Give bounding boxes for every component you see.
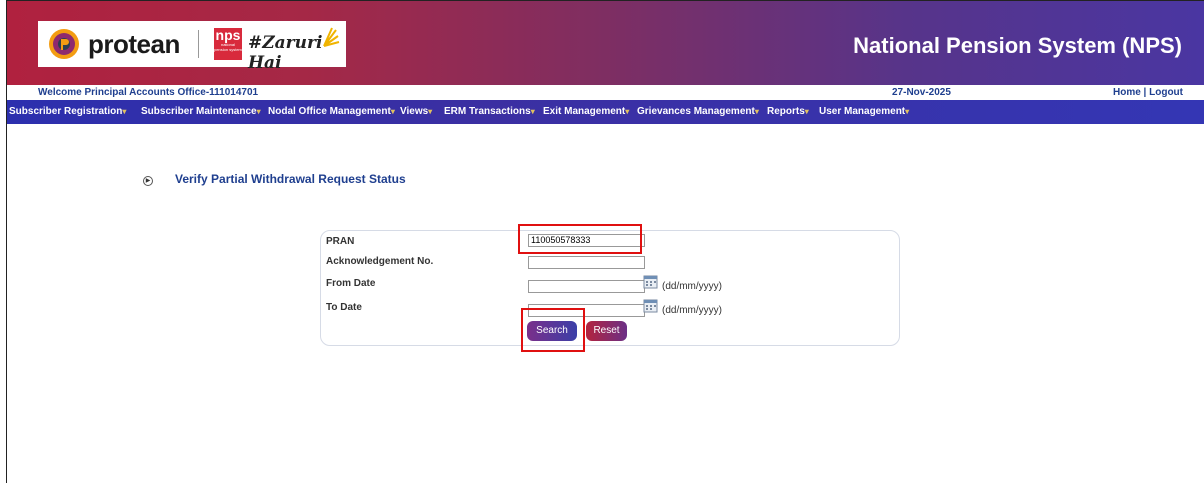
info-bar: Welcome Principal Accounts Office-111014…: [7, 85, 1204, 100]
home-logout-links[interactable]: Home | Logout: [1113, 87, 1183, 98]
calendar-icon[interactable]: [643, 298, 659, 313]
pran-label: PRAN: [326, 236, 355, 247]
menu-subscriber-maintenance[interactable]: Subscriber Maintenance▾: [141, 106, 261, 117]
current-date: 27-Nov-2025: [892, 87, 951, 98]
calendar-icon[interactable]: [643, 274, 659, 289]
nps-logo-badge: nps national pension system: [214, 28, 242, 60]
chevron-down-icon: ▾: [390, 107, 395, 116]
menu-subscriber-registration[interactable]: Subscriber Registration▾: [9, 106, 126, 117]
menu-views[interactable]: Views▾: [400, 106, 432, 117]
from-date-label: From Date: [326, 278, 376, 289]
logo-divider: [198, 30, 199, 58]
app-title: National Pension System (NPS): [853, 33, 1182, 58]
reset-button[interactable]: Reset: [586, 321, 627, 341]
menu-user-management[interactable]: User Management▾: [819, 106, 909, 117]
menu-nodal-office-management[interactable]: Nodal Office Management▾: [268, 106, 395, 117]
chevron-down-icon: ▾: [804, 107, 809, 116]
pran-highlight-box: [518, 224, 642, 254]
welcome-text: Welcome Principal Accounts Office-111014…: [38, 87, 259, 98]
from-date-format-hint: (dd/mm/yyyy): [662, 281, 722, 292]
from-date-input[interactable]: [528, 280, 645, 293]
protean-logo-text: protean: [88, 29, 180, 59]
logo-container: protean nps national pension system #Zar…: [38, 21, 346, 73]
main-menu-bar: Subscriber Registration▾ Subscriber Main…: [7, 100, 1204, 124]
chevron-down-icon: ▾: [530, 107, 535, 116]
ack-no-input[interactable]: [528, 256, 645, 269]
title-bullet-icon: ▶: [143, 176, 153, 186]
chevron-down-icon: ▾: [754, 107, 759, 116]
nps-badge-subtext: national pension system: [214, 42, 242, 52]
menu-erm-transactions[interactable]: ERM Transactions▾: [444, 106, 535, 117]
protean-logo-icon: [49, 29, 79, 59]
chevron-down-icon: ▾: [428, 107, 433, 116]
site-header: protean nps national pension system #Zar…: [7, 1, 1204, 85]
chevron-down-icon: ▾: [625, 107, 630, 116]
menu-exit-management[interactable]: Exit Management▾: [543, 106, 629, 117]
page-title: Verify Partial Withdrawal Request Status: [175, 172, 406, 186]
chevron-down-icon: ▾: [256, 107, 261, 116]
nps-badge-text: nps: [215, 27, 241, 43]
tagline-rays-icon: [323, 27, 340, 47]
chevron-down-icon: ▾: [122, 107, 127, 116]
to-date-format-hint: (dd/mm/yyyy): [662, 305, 722, 316]
search-highlight-box: [521, 308, 585, 352]
chevron-down-icon: ▾: [905, 107, 910, 116]
ack-no-label: Acknowledgement No.: [326, 256, 434, 267]
menu-reports[interactable]: Reports▾: [767, 106, 809, 117]
to-date-label: To Date: [326, 302, 362, 313]
menu-grievances-management[interactable]: Grievances Management▾: [637, 106, 759, 117]
